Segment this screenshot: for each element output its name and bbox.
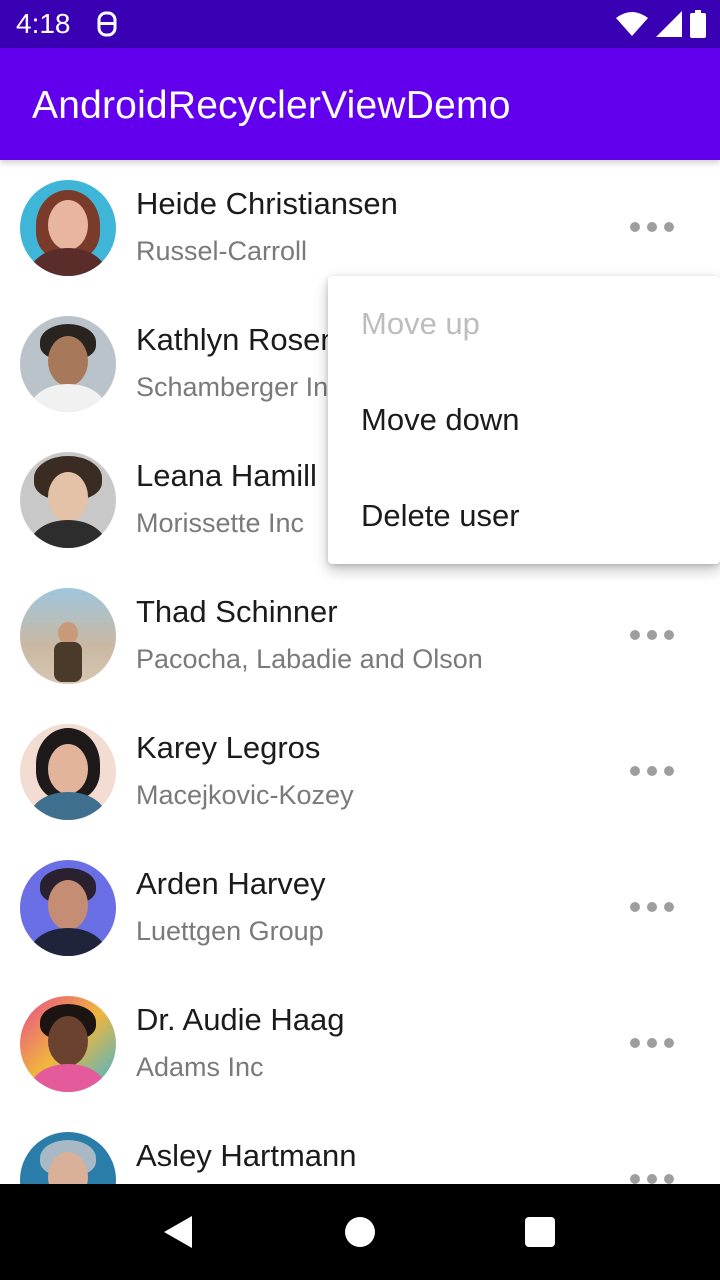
more-options-icon[interactable]	[630, 1172, 674, 1184]
more-options-icon[interactable]	[630, 220, 674, 234]
signal-icon	[656, 11, 682, 37]
list-item[interactable]: Dr. Audie Haag Adams Inc	[0, 976, 720, 1112]
navigation-bar	[0, 1184, 720, 1280]
list-item[interactable]: Karey Legros Macejkovic-Kozey	[0, 704, 720, 840]
user-name: Asley Hartmann	[136, 1138, 357, 1173]
user-company: Pacocha, Labadie and Olson	[136, 644, 483, 674]
avatar	[20, 860, 116, 956]
list-item[interactable]: Arden Harvey Luettgen Group	[0, 840, 720, 976]
user-name: Dr. Audie Haag	[136, 1002, 345, 1037]
user-company: Macejkovic-Kozey	[136, 780, 354, 810]
more-options-icon[interactable]	[630, 900, 674, 914]
avatar	[20, 316, 116, 412]
more-options-icon[interactable]	[630, 764, 674, 778]
user-name: Thad Schinner	[136, 594, 338, 629]
home-icon[interactable]	[345, 1217, 375, 1247]
user-company: Luettgen Group	[136, 916, 324, 946]
more-options-icon[interactable]	[630, 628, 674, 642]
avatar	[20, 588, 116, 684]
avatar	[20, 1132, 116, 1184]
user-name: Arden Harvey	[136, 866, 326, 901]
user-name: Kathlyn Rosen	[136, 322, 338, 357]
battery-icon	[690, 10, 706, 38]
popup-menu: Move up Move down Delete user	[328, 276, 720, 564]
app-bar: AndroidRecyclerViewDemo	[0, 48, 720, 160]
list-item[interactable]: Thad Schinner Pacocha, Labadie and Olson	[0, 568, 720, 704]
avatar	[20, 724, 116, 820]
user-name: Heide Christiansen	[136, 186, 398, 221]
user-company: Schamberger Inc	[136, 372, 342, 402]
back-icon[interactable]	[162, 1214, 194, 1250]
more-options-icon[interactable]	[630, 1036, 674, 1050]
user-company: Russel-Carroll	[136, 236, 308, 266]
menu-item-delete-user[interactable]: Delete user	[328, 468, 720, 564]
user-name: Karey Legros	[136, 730, 321, 765]
avatar	[20, 996, 116, 1092]
status-time: 4:18	[16, 8, 71, 39]
app-title: AndroidRecyclerViewDemo	[32, 84, 511, 127]
user-company: Adams Inc	[136, 1052, 264, 1082]
user-company: Morissette Inc	[136, 508, 305, 538]
recents-icon[interactable]	[525, 1217, 555, 1247]
wifi-icon	[616, 12, 648, 36]
notification-icon	[97, 11, 117, 37]
user-name: Leana Hamill	[136, 458, 317, 493]
menu-item-move-down[interactable]: Move down	[328, 372, 720, 468]
avatar	[20, 452, 116, 548]
status-bar: 4:18	[0, 0, 720, 48]
avatar	[20, 180, 116, 276]
list-item[interactable]: Asley Hartmann	[0, 1112, 720, 1184]
menu-item-move-up: Move up	[361, 306, 480, 341]
